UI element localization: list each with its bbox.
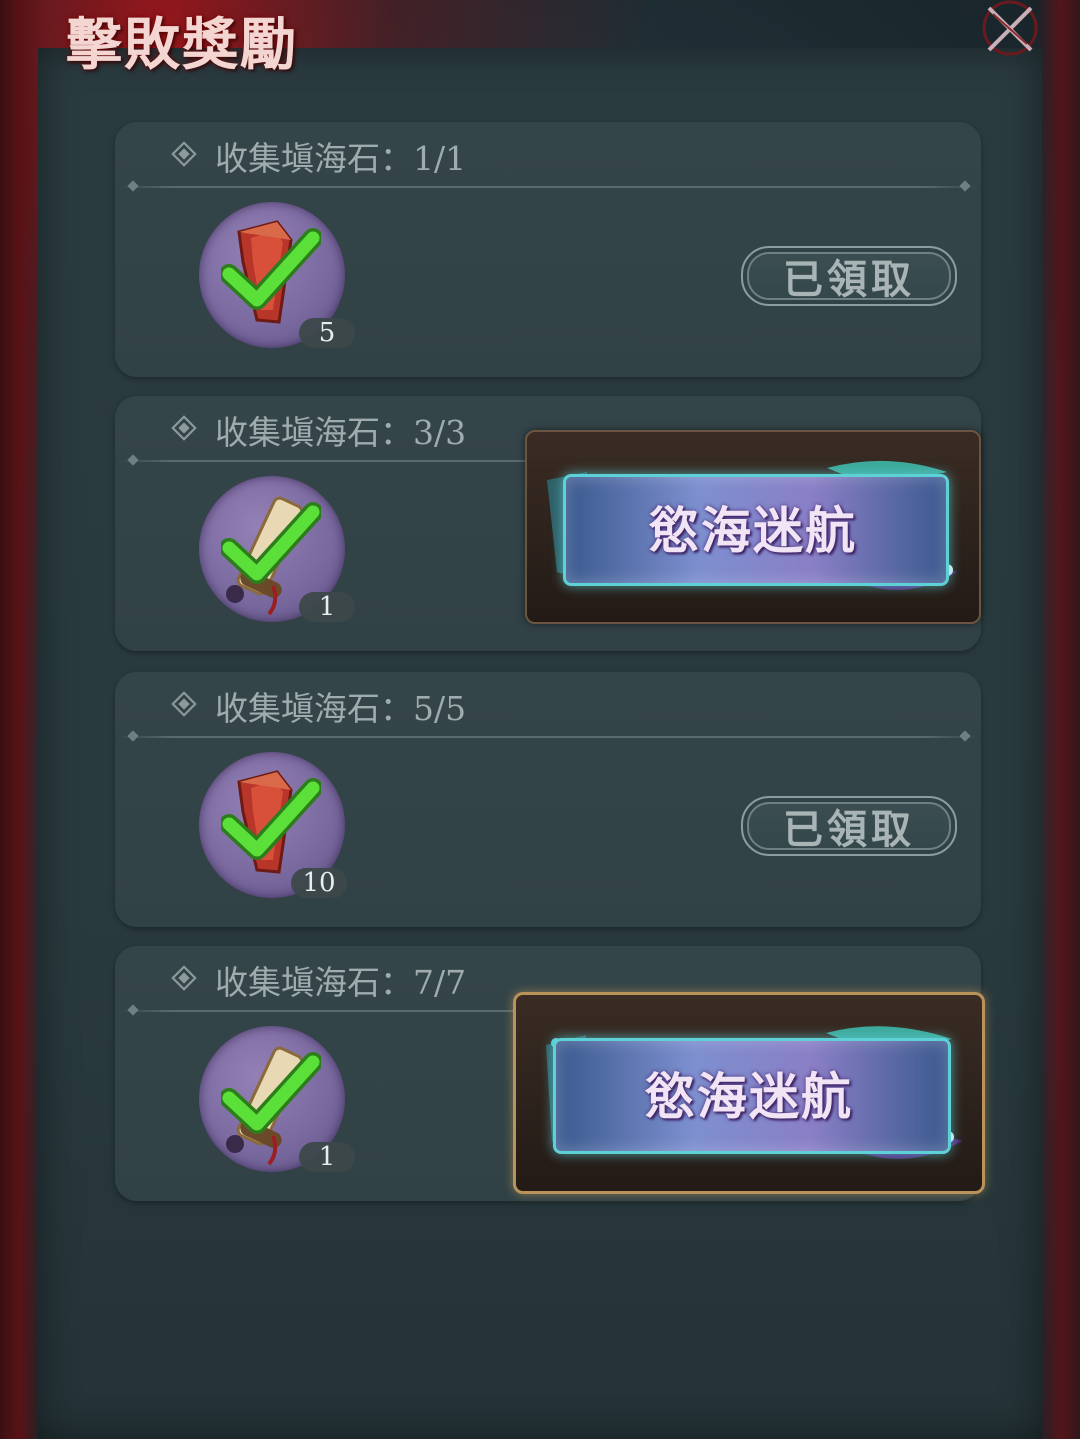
divider [119, 186, 977, 188]
claimed-button[interactable]: 已領取 [741, 246, 957, 306]
reward-quantity: 1 [299, 592, 355, 622]
claimed-button[interactable]: 已領取 [741, 796, 957, 856]
reward-quantity: 5 [299, 318, 355, 348]
bullet-diamond-icon [174, 968, 194, 988]
event-banner[interactable]: 慾海迷航 [513, 992, 985, 1194]
task-card-4: 收集塡海石：7/7 1 慾海迷航 [115, 946, 985, 1201]
task-card-3: 收集塡海石：5/5 10 已領取 [115, 672, 981, 927]
bullet-diamond-icon [174, 694, 194, 714]
check-icon [221, 502, 321, 584]
reward-quantity: 1 [299, 1142, 355, 1172]
task-label: 收集塡海石：1/1 [215, 139, 467, 178]
task-label: 收集塡海石：7/7 [215, 963, 467, 1002]
divider [119, 736, 977, 738]
task-label: 收集塡海石：5/5 [215, 689, 467, 728]
task-card-1: 收集塡海石：1/1 5 已領取 [115, 122, 981, 377]
task-header: 收集塡海石：5/5 [115, 672, 981, 738]
task-label: 收集塡海石：3/3 [215, 413, 467, 452]
reward-quantity: 10 [291, 868, 347, 898]
close-icon [982, 0, 1038, 56]
bullet-diamond-icon [174, 418, 194, 438]
banner-title: 慾海迷航 [649, 501, 857, 560]
close-button[interactable] [975, 0, 1045, 60]
task-card-2: 收集塡海石：3/3 1 慾海迷航 [115, 396, 981, 651]
event-banner[interactable]: 慾海迷航 [525, 430, 981, 624]
check-icon [221, 778, 321, 860]
task-header: 收集塡海石：1/1 [115, 122, 981, 188]
check-icon [221, 228, 321, 310]
bullet-diamond-icon [174, 144, 194, 164]
banner-title: 慾海迷航 [645, 1067, 853, 1126]
panel-title: 擊敗獎勵 [66, 12, 298, 78]
check-icon [221, 1052, 321, 1134]
frame-edge-right [1036, 0, 1080, 1439]
